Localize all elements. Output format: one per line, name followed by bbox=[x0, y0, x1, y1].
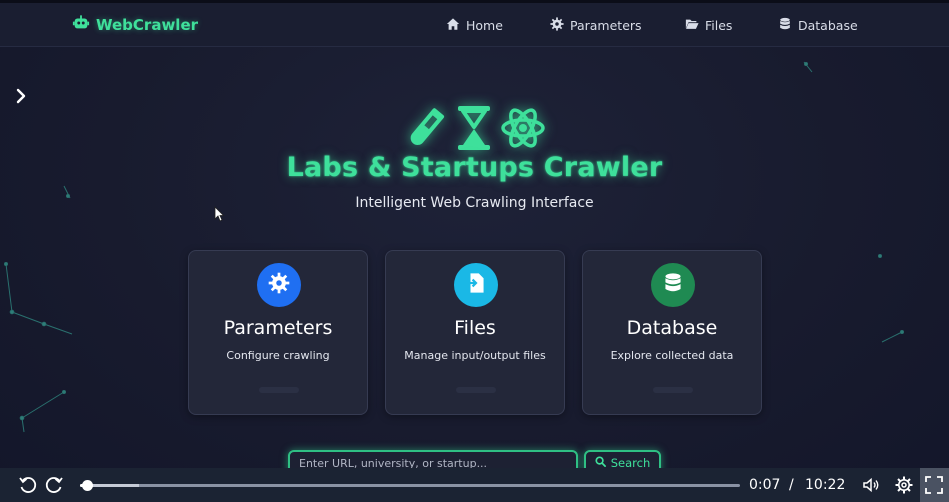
card-database-icon-circle bbox=[651, 263, 695, 307]
brand-label: WebCrawler bbox=[96, 16, 199, 34]
card-description: Explore collected data bbox=[610, 349, 734, 362]
current-time: 0:07 bbox=[749, 477, 781, 493]
nav-database[interactable]: Database bbox=[778, 15, 858, 35]
nav-home[interactable]: Home bbox=[446, 15, 503, 35]
volume-button[interactable] bbox=[861, 475, 881, 495]
card-files[interactable]: Files Manage input/output files bbox=[385, 250, 565, 415]
card-title: Database bbox=[626, 317, 718, 339]
rewind-button[interactable] bbox=[18, 475, 38, 495]
rewind-icon bbox=[18, 477, 38, 499]
brand[interactable]: WebCrawler bbox=[72, 13, 198, 37]
card-files-icon-circle bbox=[454, 263, 498, 307]
progress-buffered bbox=[87, 484, 140, 487]
fullscreen-button[interactable] bbox=[920, 468, 949, 502]
nav-home-label: Home bbox=[466, 17, 503, 33]
database-icon bbox=[662, 272, 684, 298]
volume-icon bbox=[861, 477, 881, 499]
sidebar-toggle-button[interactable] bbox=[14, 88, 28, 104]
card-description: Configure crawling bbox=[226, 349, 330, 362]
page-subtitle: Intelligent Web Crawling Interface bbox=[355, 195, 594, 211]
hero-icons bbox=[404, 104, 546, 156]
nav-parameters[interactable]: Parameters bbox=[550, 15, 642, 35]
card-description: Manage input/output files bbox=[404, 349, 546, 362]
hourglass-icon bbox=[454, 104, 494, 156]
forward-icon bbox=[44, 477, 64, 499]
atom-icon bbox=[500, 105, 546, 155]
navbar: WebCrawler Home Parameters Files Databas… bbox=[0, 3, 949, 47]
chevron-right-icon bbox=[14, 88, 28, 108]
time-separator: / bbox=[789, 477, 794, 493]
page-title: Labs & Startups Crawler bbox=[286, 152, 663, 183]
card-footer-placeholder bbox=[653, 387, 693, 393]
nav-files-label: Files bbox=[705, 17, 733, 33]
file-import-icon bbox=[465, 272, 487, 298]
settings-button[interactable] bbox=[894, 475, 914, 495]
card-footer-placeholder bbox=[456, 387, 496, 393]
nav-files[interactable]: Files bbox=[685, 15, 732, 35]
card-parameters-icon-circle bbox=[257, 263, 301, 307]
card-title: Parameters bbox=[223, 317, 333, 339]
card-database[interactable]: Database Explore collected data bbox=[582, 250, 762, 415]
database-icon bbox=[778, 17, 792, 34]
robot-icon bbox=[72, 14, 90, 36]
nav-parameters-label: Parameters bbox=[570, 17, 642, 33]
gear-icon bbox=[268, 272, 290, 298]
card-title: Files bbox=[454, 317, 496, 339]
duration: 10:22 bbox=[805, 477, 846, 493]
app-viewport: WebCrawler Home Parameters Files Databas… bbox=[0, 0, 949, 502]
flask-icon bbox=[404, 105, 448, 155]
progress-thumb[interactable] bbox=[82, 480, 94, 491]
gear-icon bbox=[894, 476, 914, 499]
card-parameters[interactable]: Parameters Configure crawling bbox=[188, 250, 368, 415]
folder-open-icon bbox=[685, 17, 699, 34]
progress-bar[interactable] bbox=[80, 480, 740, 491]
nav-database-label: Database bbox=[798, 17, 858, 33]
video-player-controls: 0:07 / 10:22 bbox=[0, 468, 949, 502]
forward-button[interactable] bbox=[44, 475, 64, 495]
home-icon bbox=[446, 17, 460, 34]
card-footer-placeholder bbox=[259, 387, 299, 393]
fullscreen-icon bbox=[924, 475, 944, 499]
gear-icon bbox=[550, 16, 564, 34]
